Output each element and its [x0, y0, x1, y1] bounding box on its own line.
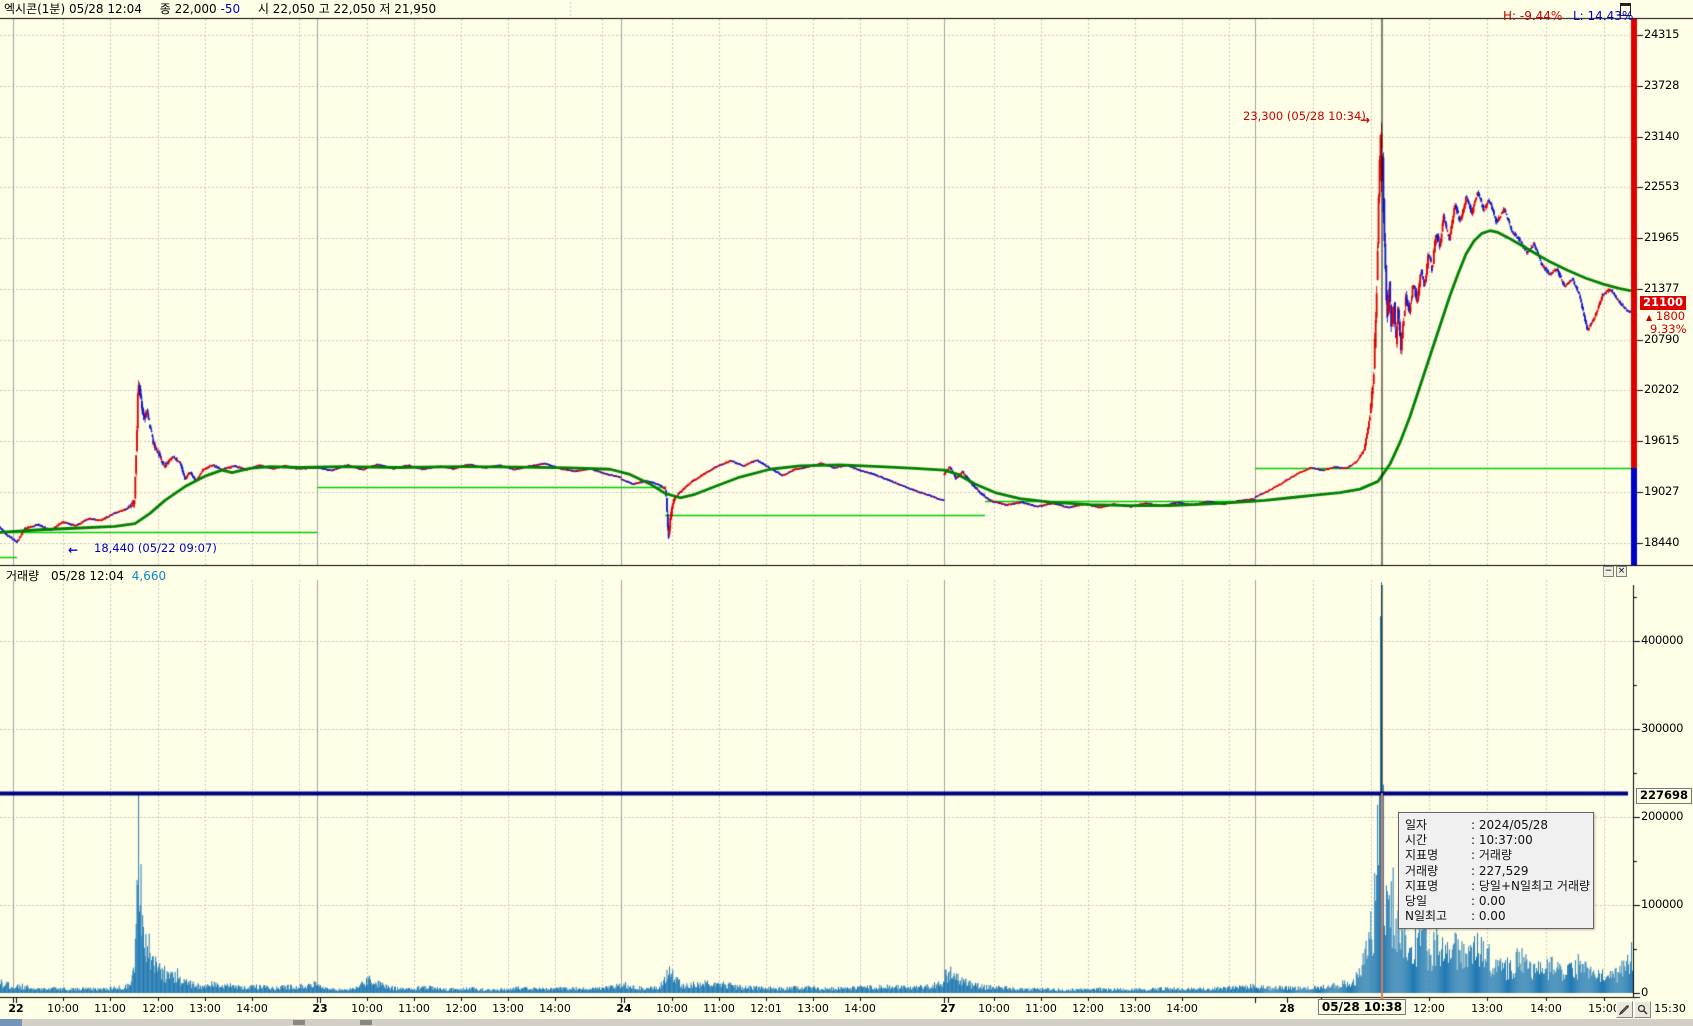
time-axis-label: 10:00 — [47, 1003, 79, 1014]
time-axis-label: 10:00 — [656, 1003, 688, 1014]
volume-axis-label: 200000 — [1641, 811, 1683, 823]
tooltip-row: 일자: 2024/05/28 — [1405, 818, 1587, 833]
time-axis-label: 11:00 — [398, 1003, 430, 1014]
crosshair-time-badge: 05/28 10:38 — [1318, 999, 1406, 1015]
volume-axis-label: 0 — [1641, 987, 1648, 999]
volume-datetime: 05/28 12:04 — [51, 569, 124, 583]
volume-pane-header: 거래량 05/28 12:04 4,660 — [6, 570, 166, 582]
tooltip-row: 지표명: 당일+N일최고 거래량 — [1405, 879, 1587, 894]
time-axis-label: 14:00 — [236, 1003, 268, 1014]
pencil-icon — [1619, 1004, 1630, 1015]
bottom-window-edge — [0, 1019, 1693, 1026]
volume-axis-label: 300000 — [1641, 723, 1683, 735]
time-axis-label: 10:00 — [978, 1003, 1010, 1014]
price-axis-label: 22553 — [1644, 181, 1679, 193]
time-axis-label: 12:01 — [750, 1003, 782, 1014]
low-price-annotation: 18,440 (05/22 09:07) — [94, 543, 217, 555]
time-axis-label: 11:00 — [703, 1003, 735, 1014]
volume-pane-minimize-button[interactable]: − — [1603, 566, 1614, 577]
draw-tool-button[interactable] — [1616, 1001, 1633, 1018]
time-axis-label: 10:00 — [351, 1003, 383, 1014]
zoom-tool-button[interactable] — [1634, 1001, 1651, 1018]
time-axis-label: 13:00 — [189, 1003, 221, 1014]
magnifier-icon — [1637, 1004, 1648, 1015]
low-label: 저 — [379, 2, 390, 16]
price-change: ▲ 1800 — [1646, 311, 1685, 323]
time-axis-label: 27 — [940, 1003, 955, 1014]
high-value: 22,050 — [334, 2, 376, 16]
time-axis-label: 22 — [8, 1003, 23, 1014]
time-axis-label: 11:00 — [94, 1003, 126, 1014]
low-arrow-icon: ← — [68, 544, 78, 556]
tooltip-row: N일최고: 0.00 — [1405, 909, 1587, 924]
price-axis-label: 24315 — [1644, 29, 1679, 41]
bottom-edge-mark — [360, 1020, 372, 1025]
volume-axis-label: 400000 — [1641, 635, 1683, 647]
tooltip-row: 시간: 10:37:00 — [1405, 833, 1587, 848]
time-axis-label: 23 — [312, 1003, 327, 1014]
change-value: -50 — [220, 2, 240, 16]
price-axis-label: 18440 — [1644, 537, 1679, 549]
high-arrow-icon: → — [1360, 114, 1370, 126]
time-axis-label: 14:00 — [539, 1003, 571, 1014]
current-price-badge: 21100 — [1640, 296, 1686, 310]
time-axis-label: 13:00 — [492, 1003, 524, 1014]
time-axis-label: 24 — [616, 1003, 631, 1014]
time-axis-label: 11:00 — [1025, 1003, 1057, 1014]
close-value: 22,000 — [175, 2, 217, 16]
open-value: 22,050 — [273, 2, 315, 16]
time-axis-label: 14:00 — [844, 1003, 876, 1014]
open-label: 시 — [258, 2, 269, 16]
time-axis-label: 13:00 — [1119, 1003, 1151, 1014]
price-axis-label: 19027 — [1644, 486, 1679, 498]
volume-axis-label: 100000 — [1641, 899, 1683, 911]
time-axis-label: 13:00 — [797, 1003, 829, 1014]
volume-pane-close-button[interactable]: × — [1616, 566, 1627, 577]
price-axis-label: 20202 — [1644, 384, 1679, 396]
time-axis-label: 14:00 — [1530, 1003, 1562, 1014]
indicator-tooltip: 일자: 2024/05/28시간: 10:37:00지표명: 거래량 거래량: … — [1398, 812, 1594, 929]
price-change-percent: 9.33% — [1650, 324, 1687, 336]
volume-current-value: 4,660 — [132, 569, 166, 583]
time-axis-label: 12:00 — [142, 1003, 174, 1014]
low-value: 21,950 — [394, 2, 436, 16]
up-triangle-icon: ▲ — [1646, 313, 1652, 322]
symbol-title: 엑시콘(1분) 05/28 12:04 — [4, 2, 142, 16]
max-volume-marker-badge: 227698 — [1636, 788, 1692, 804]
time-axis-label: 12:00 — [1072, 1003, 1104, 1014]
price-axis-label: 23140 — [1644, 131, 1679, 143]
chart-application-window: 엑시콘(1분) 05/28 12:04 종 22,000 -50 시 22,05… — [0, 0, 1693, 1026]
session-end-time-label: 15:30 — [1654, 1003, 1686, 1014]
tooltip-row: 거래량: 227,529 — [1405, 864, 1587, 879]
time-axis-label: 13:00 — [1471, 1003, 1503, 1014]
tooltip-row: 지표명: 거래량 — [1405, 848, 1587, 863]
price-axis-label: 21965 — [1644, 232, 1679, 244]
low-percent-stat: L: 14.43% — [1573, 10, 1633, 22]
time-axis-label: 28 — [1279, 1003, 1294, 1014]
bottom-edge-mark — [293, 1020, 305, 1025]
volume-title: 거래량 — [6, 569, 39, 583]
bottom-edge-accent — [0, 1019, 22, 1026]
price-axis-label: 19615 — [1644, 435, 1679, 447]
chart-header-bar: 엑시콘(1분) 05/28 12:04 종 22,000 -50 시 22,05… — [4, 3, 436, 15]
time-axis-label: 14:00 — [1166, 1003, 1198, 1014]
price-axis-label: 23728 — [1644, 80, 1679, 92]
high-percent-stat: H: -9.44% — [1503, 10, 1562, 22]
high-price-annotation: 23,300 (05/28 10:34) — [1243, 111, 1366, 123]
high-label: 고 — [319, 2, 330, 16]
time-axis-label: 12:00 — [1413, 1003, 1445, 1014]
tooltip-row: 당일: 0.00 — [1405, 894, 1587, 909]
time-axis-label: 12:00 — [445, 1003, 477, 1014]
close-label: 종 — [160, 2, 171, 16]
price-axis-label: 21377 — [1644, 283, 1679, 295]
